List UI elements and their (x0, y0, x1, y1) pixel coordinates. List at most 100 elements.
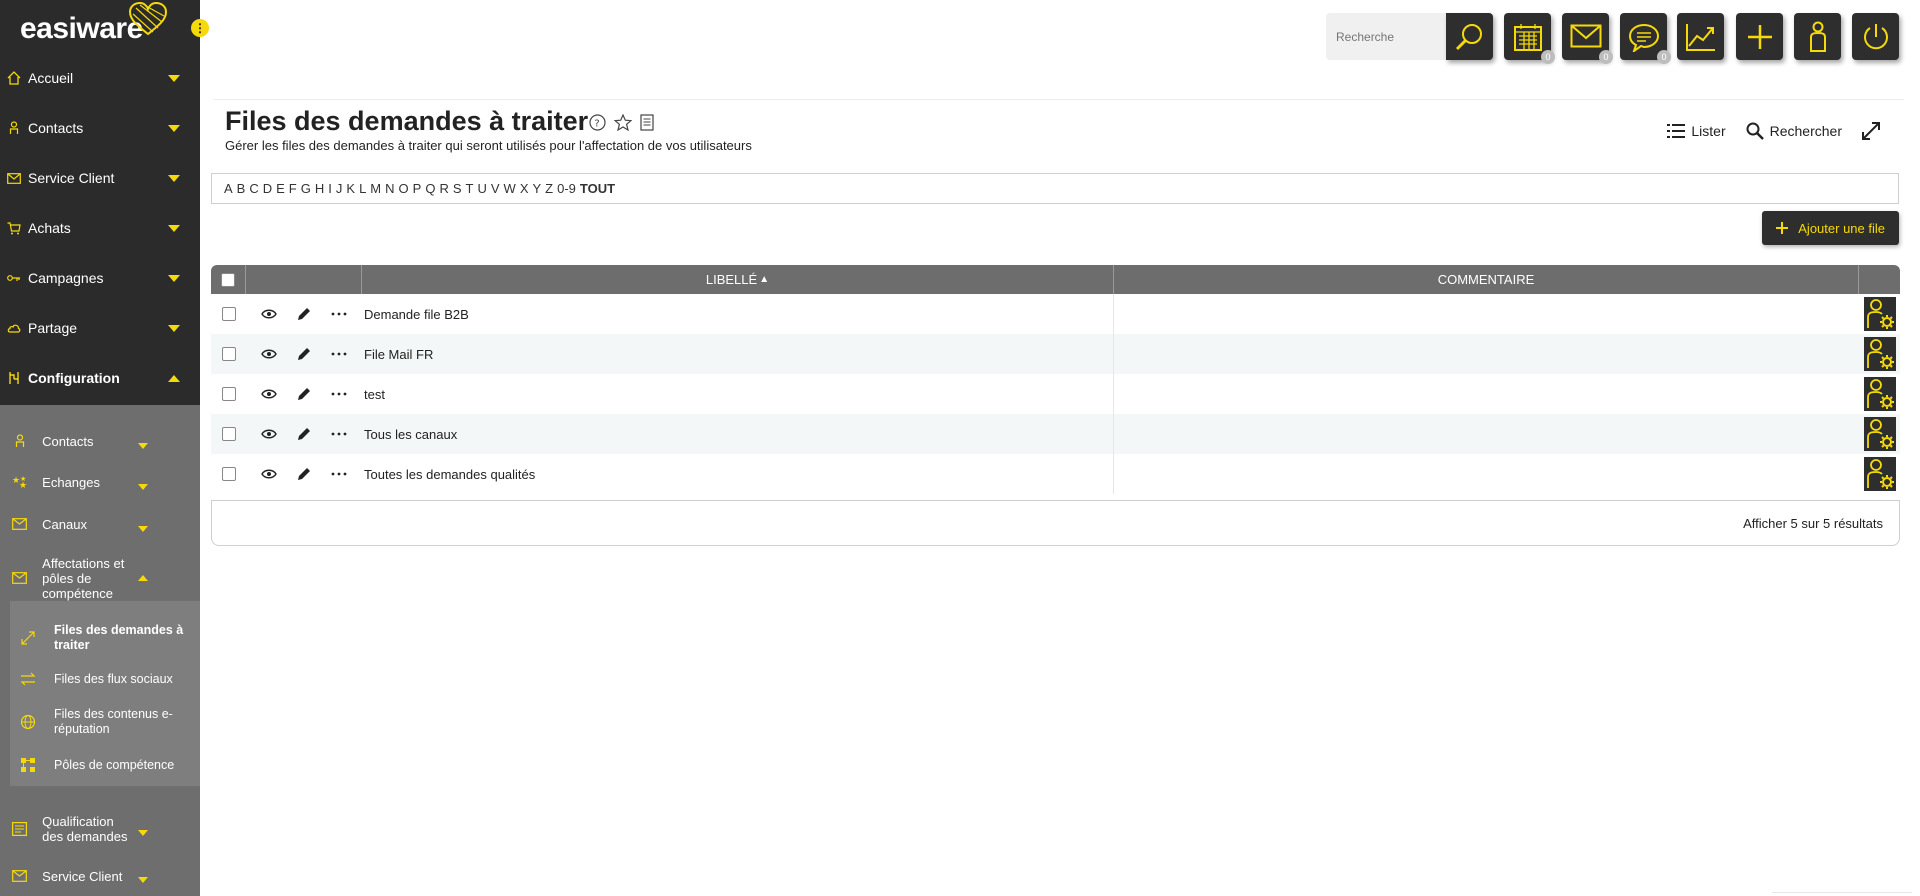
help-icon[interactable]: ? (589, 114, 606, 131)
more-horizontal-icon[interactable] (331, 352, 347, 356)
row-checkbox[interactable] (221, 467, 236, 481)
subitem-files-demandes[interactable]: Files des demandes à traiter (10, 622, 200, 654)
mail-icon (10, 572, 29, 584)
row-checkbox[interactable] (221, 347, 236, 361)
config-item-label: Contacts (42, 433, 94, 449)
pencil-icon[interactable] (296, 426, 312, 442)
eye-icon[interactable] (261, 348, 278, 360)
row-checkbox[interactable] (221, 427, 236, 441)
pencil-icon[interactable] (296, 346, 312, 362)
alpha-letter[interactable]: W (504, 181, 516, 196)
sidebar-item-contacts[interactable]: Contacts (0, 103, 200, 153)
stars-icon: ★ ★ ★ (10, 475, 29, 489)
alpha-letter[interactable]: Y (532, 181, 541, 196)
stats-button[interactable] (1677, 13, 1724, 60)
cloud-icon (6, 320, 22, 336)
search-button[interactable] (1446, 13, 1493, 60)
alpha-letter[interactable]: K (346, 181, 355, 196)
alpha-letter[interactable]: O (399, 181, 409, 196)
alpha-letter[interactable]: Q (425, 181, 435, 196)
alpha-letter[interactable]: T (466, 181, 474, 196)
alpha-letter[interactable]: J (336, 181, 343, 196)
alpha-letter[interactable]: E (276, 181, 285, 196)
select-all-checkbox[interactable] (221, 272, 235, 287)
more-horizontal-icon[interactable] (331, 392, 347, 396)
star-icon[interactable] (614, 114, 632, 131)
pencil-icon[interactable] (296, 306, 312, 322)
add-button[interactable] (1736, 13, 1783, 60)
eye-icon[interactable] (261, 468, 278, 480)
sidebar-item-achats[interactable]: Achats (0, 203, 200, 253)
config-item-echanges[interactable]: ★ ★ ★ Echanges (0, 467, 200, 497)
add-file-button[interactable]: Ajouter une file (1762, 211, 1899, 245)
row-label: Toutes les demandes qualités (364, 466, 536, 482)
expand-icon[interactable] (1862, 122, 1880, 140)
alpha-letter[interactable]: P (413, 181, 422, 196)
logout-button[interactable] (1852, 13, 1899, 60)
chat-button[interactable]: 0 (1620, 13, 1671, 64)
alpha-letter[interactable]: V (491, 181, 500, 196)
alpha-letter[interactable]: L (359, 181, 366, 196)
alpha-letter[interactable]: Z (545, 181, 553, 196)
alpha-letter[interactable]: I (328, 181, 332, 196)
row-checkbox[interactable] (221, 387, 236, 401)
sidebar-item-service-client[interactable]: Service Client (0, 153, 200, 203)
sidebar-item-label: Campagnes (28, 270, 104, 286)
more-options-icon[interactable]: ⋮ (191, 19, 209, 37)
alpha-letter[interactable]: C (249, 181, 258, 196)
label-column-header[interactable]: LIBELLÉ ▲ (362, 265, 1114, 294)
sidebar-item-accueil[interactable]: Accueil (0, 53, 200, 103)
alpha-letter[interactable]: N (385, 181, 394, 196)
pencil-icon[interactable] (296, 466, 312, 482)
subitem-files-e-reputation[interactable]: Files des contenus e-réputation (10, 706, 200, 738)
table-footer: Afficher 5 sur 5 résultats (211, 500, 1900, 546)
mail-button[interactable]: 0 (1562, 13, 1613, 64)
alpha-letter[interactable]: H (315, 181, 324, 196)
config-item-service-client[interactable]: Service Client (0, 866, 200, 886)
subitem-poles-competence[interactable]: Pôles de compétence (10, 755, 200, 775)
more-horizontal-icon[interactable] (331, 312, 347, 316)
alpha-letter[interactable]: 0-9 (557, 181, 576, 196)
row-comment-cell (1114, 414, 1859, 454)
sidebar-item-partage[interactable]: Partage (0, 303, 200, 353)
row-checkbox[interactable] (221, 307, 236, 321)
user-settings-button[interactable] (1863, 377, 1896, 411)
pencil-icon[interactable] (296, 386, 312, 402)
alpha-letter[interactable]: M (370, 181, 381, 196)
eye-icon[interactable] (261, 308, 278, 320)
user-button[interactable] (1794, 13, 1841, 60)
alpha-letter[interactable]: D (263, 181, 272, 196)
sidebar-item-campagnes[interactable]: Campagnes (0, 253, 200, 303)
user-settings-button[interactable] (1863, 457, 1896, 491)
alpha-letter[interactable]: S (453, 181, 462, 196)
search-toggle-button[interactable]: Rechercher (1746, 122, 1842, 140)
config-item-affectations[interactable]: Affectations et pôles de compétence (0, 556, 200, 601)
document-icon[interactable] (640, 114, 654, 131)
config-item-contacts[interactable]: Contacts (0, 426, 200, 456)
alpha-all[interactable]: TOUT (580, 181, 615, 196)
alpha-letter[interactable]: R (439, 181, 448, 196)
alpha-letter[interactable]: X (520, 181, 529, 196)
alpha-letter[interactable]: F (289, 181, 297, 196)
more-horizontal-icon[interactable] (331, 432, 347, 436)
row-comment-cell (1114, 454, 1859, 494)
agenda-button[interactable]: 0 (1504, 13, 1555, 64)
more-horizontal-icon[interactable] (331, 472, 347, 476)
subitem-label: Files des contenus e-réputation (54, 707, 173, 736)
sidebar-item-configuration[interactable]: Configuration (0, 353, 200, 403)
alpha-letter[interactable]: B (237, 181, 246, 196)
user-settings-button[interactable] (1863, 337, 1896, 371)
config-item-qualification[interactable]: Qualification des demandes (0, 812, 200, 846)
user-settings-button[interactable] (1863, 417, 1896, 451)
search-input[interactable] (1326, 13, 1446, 60)
alpha-letter[interactable]: G (301, 181, 311, 196)
user-settings-button[interactable] (1863, 297, 1896, 331)
alpha-letter[interactable]: U (477, 181, 486, 196)
list-view-button[interactable]: Lister (1667, 123, 1726, 139)
comment-column-header[interactable]: COMMENTAIRE (1114, 265, 1859, 294)
eye-icon[interactable] (261, 388, 278, 400)
alpha-letter[interactable]: A (224, 181, 233, 196)
config-item-canaux[interactable]: Canaux (0, 509, 200, 539)
eye-icon[interactable] (261, 428, 278, 440)
subitem-files-flux-sociaux[interactable]: Files des flux sociaux (10, 669, 200, 689)
